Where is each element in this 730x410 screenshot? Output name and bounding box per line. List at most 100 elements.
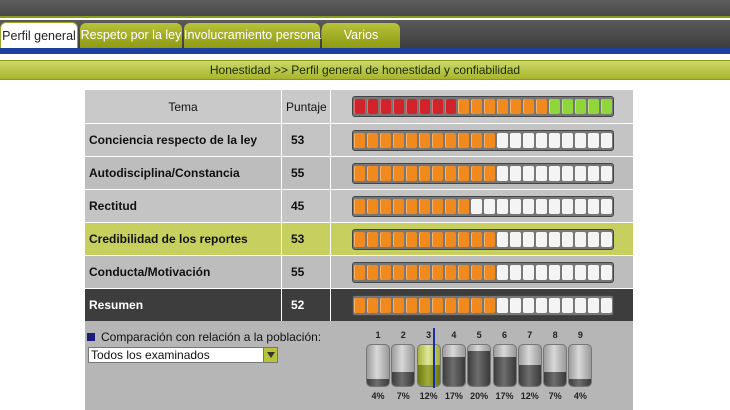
accent-bar xyxy=(0,48,730,54)
score-meter xyxy=(352,196,614,217)
row-bar xyxy=(331,223,633,255)
meter-segment xyxy=(601,298,612,313)
comparison-label: Comparación con relación a la población: xyxy=(87,330,321,344)
group-number: 5 xyxy=(476,330,482,340)
breadcrumb: Honestidad >> Perfil general de honestid… xyxy=(0,60,730,80)
meter-segment xyxy=(432,166,443,181)
row-score: 45 xyxy=(291,199,305,213)
table-row[interactable]: Autodisciplina/Constancia 55 xyxy=(85,157,633,189)
meter-segment xyxy=(562,265,573,280)
bullet-icon xyxy=(87,333,95,341)
meter-segment xyxy=(484,265,495,280)
chevron-down-icon[interactable] xyxy=(263,348,277,362)
meter-segment xyxy=(354,133,365,148)
meter-segment xyxy=(393,199,404,214)
tab-varios[interactable]: Varios xyxy=(322,23,400,48)
meter-segment xyxy=(523,298,534,313)
meter-segment xyxy=(575,199,586,214)
table-row[interactable]: Resumen 52 xyxy=(85,289,633,321)
cylinder-fill xyxy=(569,378,592,386)
group-number: 7 xyxy=(527,330,533,340)
meter-segment xyxy=(471,232,482,247)
meter-segment xyxy=(432,232,443,247)
population-cylinder xyxy=(568,344,593,387)
score-meter xyxy=(352,262,614,283)
row-bar xyxy=(331,190,633,222)
meter-segment xyxy=(523,99,534,114)
row-score: 53 xyxy=(291,232,305,246)
meter-segment xyxy=(562,232,573,247)
meter-segment xyxy=(380,298,391,313)
meter-segment xyxy=(497,232,508,247)
row-topic: Autodisciplina/Constancia xyxy=(89,166,240,180)
group-percent: 4% xyxy=(371,391,385,401)
meter-segment xyxy=(445,166,456,181)
meter-segment xyxy=(601,133,612,148)
meter-segment xyxy=(367,232,378,247)
meter-segment xyxy=(354,298,365,313)
meter-segment xyxy=(458,133,469,148)
table-row[interactable]: Credibilidad de los reportes 53 xyxy=(85,223,633,255)
tab-involucramiento-personal[interactable]: Involucramiento personal xyxy=(184,23,324,48)
meter-segment xyxy=(445,133,456,148)
group-percent: 7% xyxy=(396,391,410,401)
meter-segment xyxy=(393,133,404,148)
cylinder-fill xyxy=(468,351,491,386)
meter-segment xyxy=(445,232,456,247)
group-number: 2 xyxy=(400,330,406,340)
meter-segment xyxy=(601,232,612,247)
population-cylinder xyxy=(391,344,416,387)
row-score: 55 xyxy=(291,166,305,180)
meter-segment xyxy=(471,265,482,280)
table-row[interactable]: Rectitud 45 xyxy=(85,190,633,222)
meter-segment xyxy=(562,133,573,148)
meter-segment xyxy=(536,199,547,214)
meter-segment xyxy=(497,99,508,114)
population-cylinder xyxy=(441,344,466,387)
meter-segment xyxy=(536,265,547,280)
population-select[interactable]: Todos los examinados xyxy=(88,347,278,363)
cylinder-fill xyxy=(392,371,415,386)
group-number: 4 xyxy=(451,330,457,340)
header-topic: Tema xyxy=(168,99,198,114)
scale-meter xyxy=(352,96,614,117)
meter-segment xyxy=(510,99,521,114)
row-bar xyxy=(331,124,633,156)
meter-segment xyxy=(471,298,482,313)
meter-segment xyxy=(575,265,586,280)
meter-segment xyxy=(588,298,599,313)
tab-perfil-general[interactable]: Perfil general xyxy=(0,22,78,49)
meter-segment xyxy=(419,298,430,313)
meter-segment xyxy=(575,298,586,313)
group-number: 8 xyxy=(552,330,558,340)
meter-segment xyxy=(562,298,573,313)
meter-segment xyxy=(471,99,482,114)
meter-segment xyxy=(406,232,417,247)
meter-segment xyxy=(523,232,534,247)
meter-segment xyxy=(445,99,456,114)
row-score: 55 xyxy=(291,265,305,279)
meter-segment xyxy=(406,265,417,280)
tab-respeto-por-la-ley[interactable]: Respeto por la ley xyxy=(80,23,182,48)
meter-segment xyxy=(471,199,482,214)
meter-segment xyxy=(380,265,391,280)
meter-segment xyxy=(406,199,417,214)
meter-segment xyxy=(458,166,469,181)
group-percent: 17% xyxy=(495,391,514,401)
meter-segment xyxy=(588,166,599,181)
score-meter xyxy=(352,130,614,151)
meter-segment xyxy=(354,199,365,214)
cylinder-fill xyxy=(544,371,567,386)
meter-segment xyxy=(549,265,560,280)
meter-segment xyxy=(419,133,430,148)
table-row[interactable]: Conducta/Motivación 55 xyxy=(85,256,633,288)
row-score: 53 xyxy=(291,133,305,147)
meter-segment xyxy=(588,199,599,214)
meter-segment xyxy=(549,133,560,148)
meter-segment xyxy=(510,298,521,313)
meter-segment xyxy=(575,232,586,247)
meter-segment xyxy=(484,166,495,181)
table-row[interactable]: Conciencia respecto de la ley 53 xyxy=(85,124,633,156)
score-meter xyxy=(352,295,614,316)
meter-segment xyxy=(458,232,469,247)
